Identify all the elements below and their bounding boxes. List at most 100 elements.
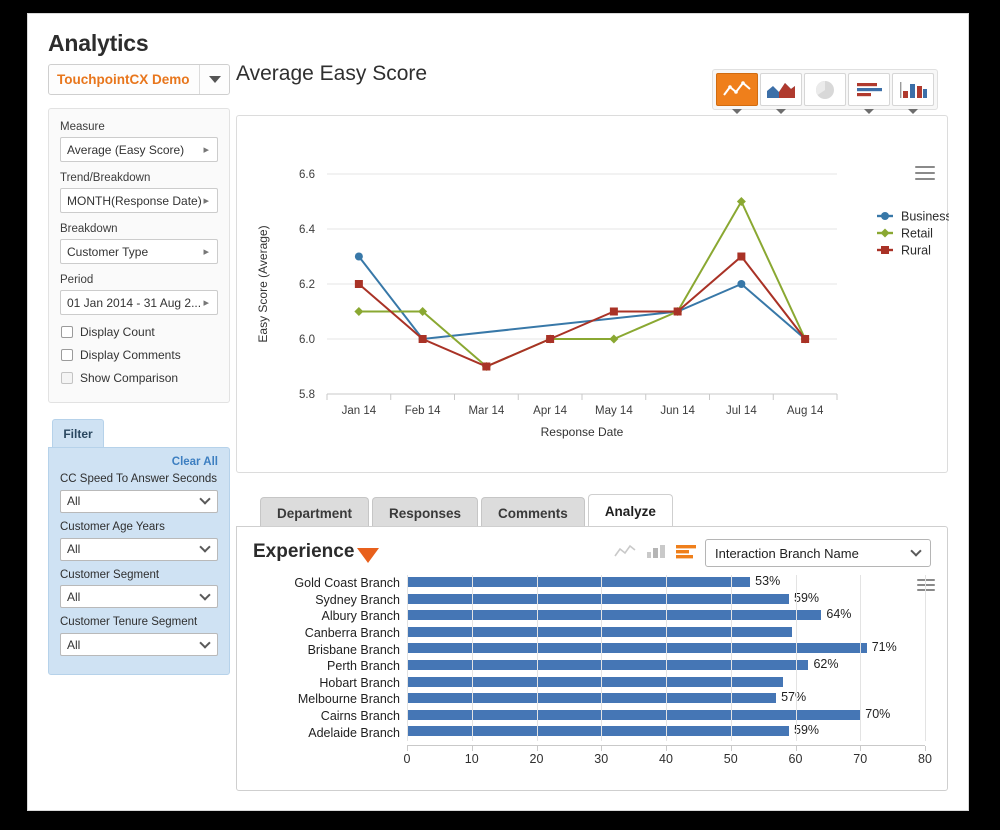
svg-text:Apr 14: Apr 14 [533, 405, 567, 417]
axis-tick [666, 745, 667, 751]
account-selector-label: TouchpointCX Demo [57, 72, 190, 87]
show-comparison-label: Show Comparison [80, 371, 179, 385]
view-type-icons [613, 541, 699, 560]
measure-value: Average (Easy Score) [67, 142, 185, 157]
axis-tick [601, 745, 603, 751]
bar-row: Gold Coast Branch 53% [237, 574, 947, 592]
tab-department[interactable]: Department [260, 497, 370, 528]
svg-text:Response Date: Response Date [541, 425, 624, 439]
bar-row: Hobart Branch [237, 675, 947, 692]
display-count-label: Display Count [80, 325, 155, 339]
bar-fill[interactable] [407, 610, 822, 621]
svg-text:Rural: Rural [901, 244, 931, 258]
display-comments-label: Display Comments [80, 348, 181, 362]
chevron-right-icon: ▸ [203, 297, 209, 309]
tab-analyze[interactable]: Analyze [587, 494, 673, 528]
column-view-icon[interactable] [644, 541, 668, 560]
dimension-select-value: Interaction Branch Name [715, 545, 859, 561]
dimension-select[interactable]: Interaction Branch Name [705, 539, 931, 567]
bar-fill[interactable] [407, 676, 783, 687]
axis-tick [925, 745, 926, 751]
tab-comments[interactable]: Comments [481, 497, 585, 528]
bar-track [407, 625, 925, 642]
bar-fill[interactable] [407, 593, 790, 604]
bar-value-label: 57% [781, 690, 807, 705]
bar-row: Adelaide Branch 59% [237, 723, 947, 741]
bar-value-label: 53% [755, 574, 781, 588]
breakdown-label: Breakdown [60, 223, 118, 235]
bar-value-label: 62% [813, 656, 839, 671]
triangle-down-icon[interactable] [357, 548, 379, 563]
measure-select[interactable]: Average (Easy Score) ▸ [60, 137, 218, 162]
bar-fill[interactable] [407, 726, 790, 737]
axis-tick-label: 60 [788, 751, 803, 766]
bar-fill[interactable] [407, 659, 809, 670]
bar-track: 53% [407, 574, 925, 592]
column-chart-type-button[interactable] [892, 73, 934, 114]
bar-fill[interactable] [407, 577, 751, 587]
experience-section-title: Experience [253, 541, 355, 562]
show-comparison-checkbox-row[interactable]: Show Comparison [61, 371, 218, 385]
chevron-down-icon [199, 493, 211, 505]
content-tabs: Department Responses Comments Analyze [260, 494, 676, 528]
bar-chart-x-axis: 0 10 20 30 40 50 60 70 80 [237, 744, 947, 767]
column-chart-icon [900, 81, 927, 98]
chart-title: Average Easy Score [236, 62, 428, 85]
bar-track: 59% [407, 591, 925, 609]
horizontal-bar-chart-type-button[interactable] [848, 73, 890, 114]
axis-tick [795, 745, 797, 751]
period-select[interactable]: 01 Jan 2014 - 31 Aug 2... ▸ [60, 290, 218, 315]
axis-tick [536, 745, 538, 751]
page-title: Analytics [48, 30, 149, 56]
area-chart-type-button[interactable] [760, 73, 802, 114]
area-chart-icon [767, 82, 795, 98]
bar-category-label: Hobart Branch [319, 675, 400, 690]
axis-tick-label: 0 [403, 751, 411, 766]
hamburger-menu-icon[interactable] [915, 166, 935, 180]
customer-segment-filter-select[interactable]: All [60, 585, 218, 609]
chevron-right-icon: ▸ [203, 195, 209, 207]
customer-tenure-filter-select[interactable]: All [60, 633, 218, 657]
cc-speed-filter-select[interactable]: All [60, 489, 218, 513]
filter-tab[interactable]: Filter [52, 419, 104, 448]
bar-track: 70% [407, 707, 925, 725]
display-comments-checkbox-row[interactable]: Display Comments [61, 348, 218, 362]
customer-age-filter-value: All [67, 542, 81, 557]
bar-category-label: Gold Coast Branch [294, 576, 400, 591]
bar-fill[interactable] [407, 693, 777, 704]
bar-fill[interactable] [407, 643, 867, 654]
period-label: Period [60, 274, 94, 286]
pie-chart-type-button[interactable] [804, 73, 846, 106]
tab-responses[interactable]: Responses [372, 497, 479, 528]
show-comparison-checkbox[interactable] [61, 372, 73, 384]
trend-breakdown-value: MONTH(Response Date) [67, 193, 202, 208]
account-selector[interactable]: TouchpointCX Demo [48, 64, 230, 95]
bar-view-icon[interactable] [675, 541, 699, 560]
clear-all-link[interactable]: Clear All [60, 456, 218, 468]
display-count-checkbox[interactable] [61, 326, 73, 338]
customer-age-filter-select[interactable]: All [60, 537, 218, 561]
bar-row: Brisbane Branch 71% [237, 640, 947, 658]
chevron-down-icon[interactable] [199, 65, 229, 94]
bar-category-label: Melbourne Branch [297, 692, 400, 707]
display-comments-checkbox[interactable] [61, 349, 73, 361]
display-count-checkbox-row[interactable]: Display Count [61, 325, 218, 339]
svg-text:Mar 14: Mar 14 [468, 405, 504, 417]
svg-text:Jul 14: Jul 14 [726, 405, 757, 417]
bar-track [407, 675, 925, 692]
bar-fill[interactable] [407, 626, 793, 637]
bar-fill[interactable] [407, 709, 861, 720]
bar-value-label: 59% [794, 723, 820, 738]
line-chart-type-button[interactable] [716, 73, 758, 114]
svg-text:6.2: 6.2 [299, 279, 315, 291]
analyze-card: Experience Interaction Branch Name Gold … [236, 526, 948, 791]
svg-text:Jun 14: Jun 14 [660, 405, 695, 417]
svg-text:6.0: 6.0 [299, 334, 315, 346]
line-view-icon[interactable] [613, 541, 637, 560]
line-chart-card: 5.8 6.0 6.2 6.4 6.6 Jan 14 Feb 14 Mar 14 Apr 14 M… [236, 115, 952, 473]
trend-breakdown-select[interactable]: MONTH(Response Date) ▸ [60, 188, 218, 213]
breakdown-select[interactable]: Customer Type ▸ [60, 239, 218, 264]
chevron-right-icon: ▸ [203, 246, 209, 258]
axis-tick-label: 80 [918, 751, 932, 766]
chevron-down-icon [910, 545, 922, 557]
